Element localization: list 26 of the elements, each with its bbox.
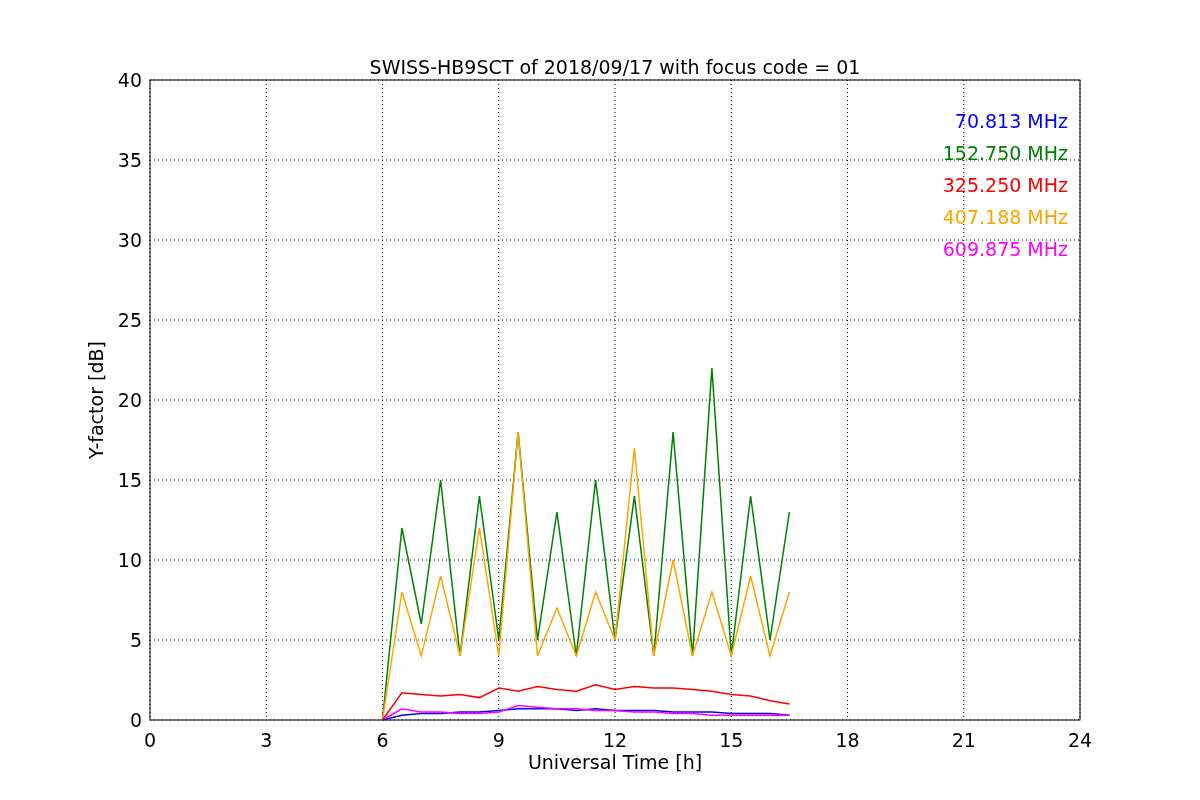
legend-label: 325.250 MHz xyxy=(942,174,1068,196)
x-tick-label: 3 xyxy=(260,729,273,751)
x-axis-label: Universal Time [h] xyxy=(527,751,703,773)
y-tick-label: 0 xyxy=(129,709,142,731)
x-tick-label: 18 xyxy=(835,729,860,751)
legend-label: 609.875 MHz xyxy=(942,238,1068,260)
chart-title: SWISS-HB9SCT of 2018/09/17 with focus code = 01 xyxy=(369,56,861,78)
y-axis-label: Y-factor [dB] xyxy=(85,341,107,459)
x-tick-label: 21 xyxy=(951,729,976,751)
y-tick-label: 30 xyxy=(117,229,142,251)
y-tick-label: 40 xyxy=(117,69,142,91)
y-tick-label: 35 xyxy=(117,149,142,171)
x-tick-label: 24 xyxy=(1067,729,1093,751)
y-tick-label: 25 xyxy=(117,309,142,331)
y-tick-label: 5 xyxy=(129,629,142,651)
x-tick-label: 6 xyxy=(376,729,389,751)
y-tick-label: 20 xyxy=(117,389,142,411)
legend-label: 70.813 MHz xyxy=(954,110,1068,132)
legend-label: 152.750 MHz xyxy=(942,142,1068,164)
x-tick-label: 9 xyxy=(492,729,505,751)
x-tick-label: 12 xyxy=(602,729,628,751)
y-tick-label: 10 xyxy=(117,549,142,571)
x-tick-label: 15 xyxy=(719,729,744,751)
y-tick-label: 15 xyxy=(117,469,142,491)
x-tick-label: 0 xyxy=(143,729,157,751)
legend-label: 407.188 MHz xyxy=(942,206,1068,228)
